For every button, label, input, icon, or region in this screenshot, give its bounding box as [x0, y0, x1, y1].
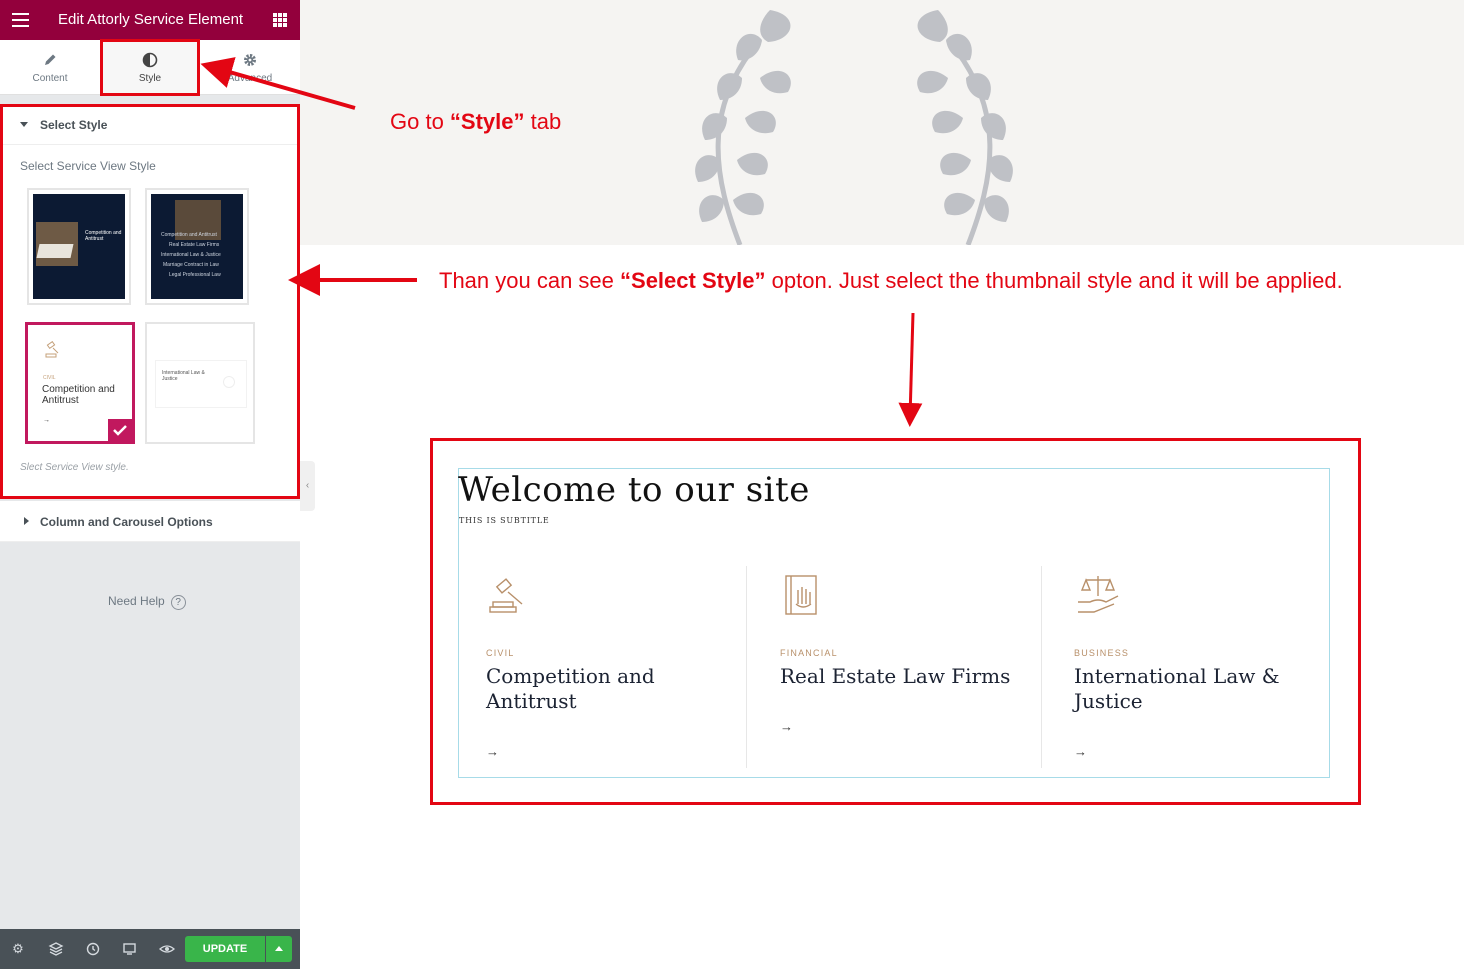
update-button[interactable]: UPDATE — [185, 936, 265, 962]
tab-advanced[interactable]: Advanced — [200, 40, 300, 94]
style-hint-suffix: opton. Just select the thumbnail style a… — [765, 268, 1343, 293]
layers-icon[interactable] — [48, 941, 64, 957]
style-hint-bold: “Select Style” — [620, 268, 766, 293]
history-icon[interactable] — [85, 941, 101, 957]
tab-hint-bold: “Style” — [449, 109, 525, 134]
style-hint-prefix: Than you can see — [439, 268, 621, 293]
need-help-link[interactable]: Need Help? — [108, 594, 186, 610]
question-icon: ? — [170, 595, 186, 610]
preview-highlight — [430, 438, 1361, 805]
style-hint-annotation: Than you can see “Select Style” opton. J… — [439, 268, 1343, 294]
select-style-highlight — [0, 104, 300, 499]
need-help-label: Need Help — [108, 594, 165, 608]
tab-hint-suffix: tab — [524, 109, 562, 134]
caret-right-icon — [24, 517, 29, 525]
panel-collapse-handle[interactable]: ‹ — [300, 461, 315, 511]
responsive-icon[interactable] — [122, 941, 138, 957]
update-options-button[interactable] — [266, 936, 292, 962]
panel-title: Edit Attorly Service Element — [58, 11, 244, 28]
arrow-to-preview — [898, 312, 923, 427]
column-carousel-title: Column and Carousel Options — [40, 515, 213, 529]
hamburger-menu-icon[interactable] — [12, 13, 29, 27]
tab-content[interactable]: Content — [0, 40, 100, 94]
tab-advanced-label: Advanced — [227, 73, 273, 84]
pencil-icon — [45, 54, 56, 65]
settings-icon[interactable]: ⚙ — [10, 941, 26, 957]
tab-hint-prefix: Go to — [390, 109, 450, 134]
widgets-grid-icon[interactable] — [273, 13, 287, 27]
preview-eye-icon[interactable] — [159, 941, 175, 957]
column-carousel-section[interactable]: Column and Carousel Options — [0, 501, 300, 542]
tab-content-label: Content — [32, 73, 68, 84]
tab-hint-annotation: Go to “Style” tab — [390, 109, 561, 135]
style-tab-highlight — [100, 39, 200, 96]
panel-header: Edit Attorly Service Element — [0, 0, 300, 40]
gear-icon — [244, 54, 256, 66]
